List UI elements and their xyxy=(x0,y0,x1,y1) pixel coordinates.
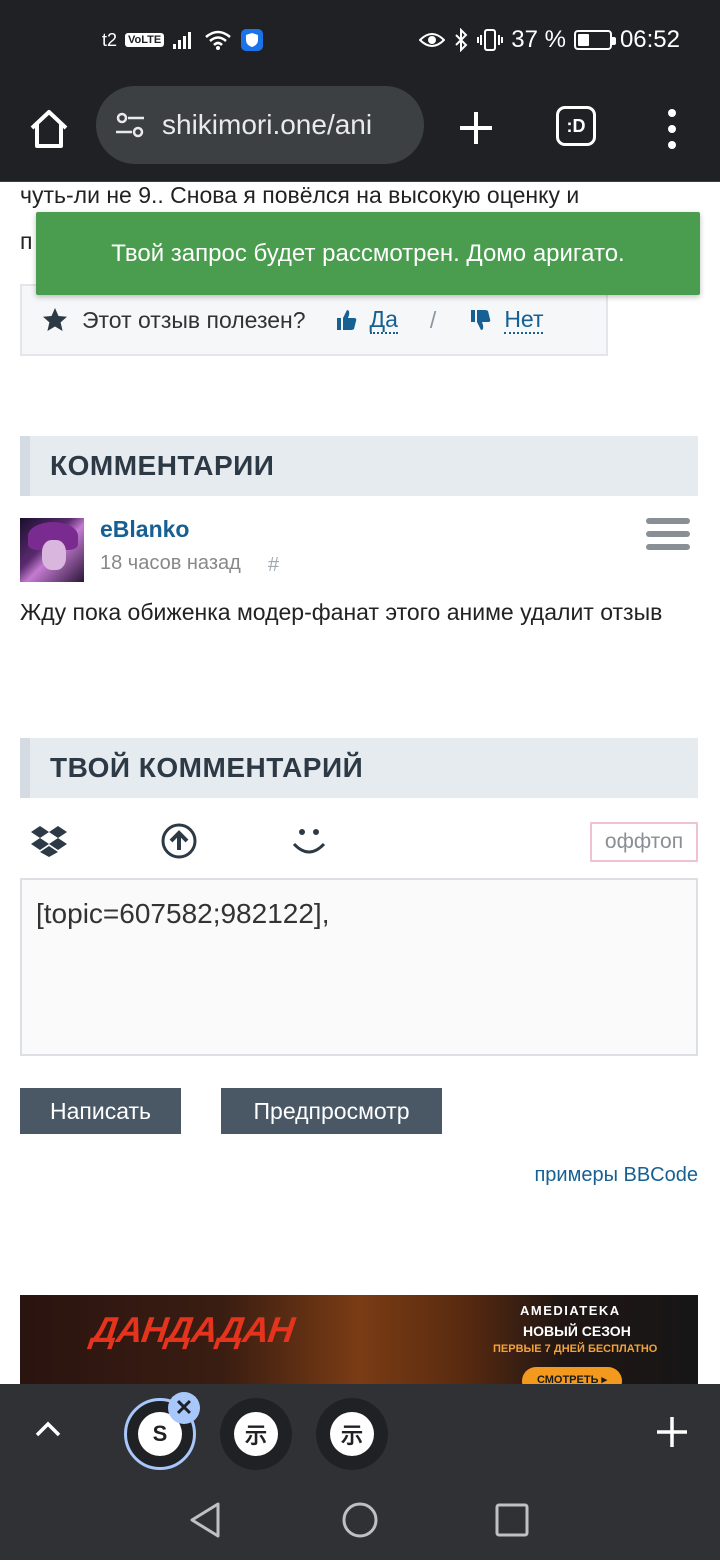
battery-level xyxy=(577,34,590,46)
site-settings-icon[interactable] xyxy=(112,107,148,143)
avatar-face xyxy=(42,540,66,570)
tab-2[interactable]: 示 xyxy=(220,1398,292,1470)
page-content: чуть-ли не 9.. Снова я повёлся на высоку… xyxy=(0,182,720,1384)
review-text-tail: чуть-ли не 9.. Снова я повёлся на высоку… xyxy=(20,182,580,208)
add-tab-icon[interactable] xyxy=(654,1414,690,1450)
vibrate-icon xyxy=(477,29,504,51)
star-icon xyxy=(43,308,67,331)
battery-percent: 37 % xyxy=(511,26,566,53)
ad-free-text: ПЕРВЫЕ 7 ДНЕЙ БЕСПЛАТНО xyxy=(493,1343,658,1355)
status-left: t2 VoLTE xyxy=(102,28,264,52)
home-icon[interactable] xyxy=(24,104,74,154)
ad-watch-button[interactable]: СМОТРЕТЬ ▸ xyxy=(522,1367,622,1384)
browser-toolbar: shikimori.one/ani :D xyxy=(0,84,720,182)
comments-heading: КОММЕНТАРИИ xyxy=(20,436,698,496)
status-right: 37 % 06:52 xyxy=(419,26,680,54)
useful-no-link[interactable]: Нет xyxy=(504,306,544,334)
ad-season: НОВЫЙ СЕЗОН xyxy=(523,1323,631,1339)
vpn-shield-icon xyxy=(241,29,264,51)
volte-badge: VoLTE xyxy=(125,33,165,47)
comment-body: Жду пока обиженка модер-фанат этого аним… xyxy=(20,599,663,625)
eye-icon xyxy=(419,33,446,47)
signal-icon xyxy=(173,32,192,49)
upload-icon[interactable] xyxy=(160,822,198,860)
comment-timestamp[interactable]: 18 часов назад xyxy=(100,552,241,575)
home-nav-icon[interactable] xyxy=(340,1500,380,1540)
wifi-icon xyxy=(205,30,232,50)
new-tab-icon[interactable] xyxy=(454,106,498,150)
comment-author-link[interactable]: eBlanko xyxy=(100,516,189,543)
tab-favicon-3: 示 xyxy=(330,1412,374,1456)
useful-question: Этот отзыв полезен? xyxy=(82,306,306,333)
thumbs-down-icon[interactable] xyxy=(470,309,492,331)
your-comment-heading: ТВОЙ КОММЕНТАРИЙ xyxy=(20,738,698,798)
useful-separator: / xyxy=(429,306,437,333)
tab-switcher-button[interactable]: :D xyxy=(556,106,596,146)
comment-permalink[interactable]: # xyxy=(268,554,279,577)
carrier-label: t2 xyxy=(102,29,118,50)
dropbox-icon[interactable] xyxy=(30,822,68,860)
clock: 06:52 xyxy=(619,26,680,53)
review-text-tail-2: п xyxy=(20,228,33,254)
bluetooth-icon xyxy=(455,28,468,52)
toast-notification: Твой запрос будет рассмотрен. Домо арига… xyxy=(36,212,700,295)
chevron-up-icon[interactable] xyxy=(34,1420,62,1438)
ad-banner[interactable]: ДАНДАДАН AMEDIATEKA НОВЫЙ СЕЗОН ПЕРВЫЕ 7… xyxy=(20,1295,698,1384)
url-bar[interactable]: shikimori.one/ani xyxy=(96,86,424,164)
preview-button[interactable]: Предпросмотр xyxy=(221,1088,442,1134)
useful-yes-link[interactable]: Да xyxy=(369,306,398,334)
back-icon[interactable] xyxy=(186,1500,226,1540)
thumbs-up-icon[interactable] xyxy=(336,309,358,331)
ad-brand: AMEDIATEKA xyxy=(520,1303,621,1318)
avatar[interactable] xyxy=(20,518,84,582)
tab-favicon-2: 示 xyxy=(234,1412,278,1456)
recents-icon[interactable] xyxy=(492,1500,532,1540)
close-tab-icon[interactable]: ✕ xyxy=(168,1392,200,1424)
submit-comment-button[interactable]: Написать xyxy=(20,1088,181,1134)
ad-title: ДАНДАДАН xyxy=(89,1309,297,1350)
status-bar: t2 VoLTE 37 % 06:52 xyxy=(0,0,720,84)
offtopic-toggle[interactable]: оффтоп xyxy=(590,822,698,862)
overflow-menu-icon[interactable] xyxy=(660,106,684,152)
url-text[interactable]: shikimori.one/ani xyxy=(162,109,372,141)
comment-menu-icon[interactable] xyxy=(646,518,690,554)
battery-icon xyxy=(573,30,616,50)
system-nav-bar xyxy=(0,1482,720,1560)
tab-strip: S ✕ 示 示 xyxy=(0,1384,720,1482)
battery-tip xyxy=(611,37,616,45)
smiley-icon[interactable] xyxy=(290,822,328,860)
comment-textarea[interactable]: [topic=607582;982122], xyxy=(20,878,698,1056)
bbcode-examples-link[interactable]: примеры BBCode xyxy=(534,1164,698,1187)
tab-3[interactable]: 示 xyxy=(316,1398,388,1470)
